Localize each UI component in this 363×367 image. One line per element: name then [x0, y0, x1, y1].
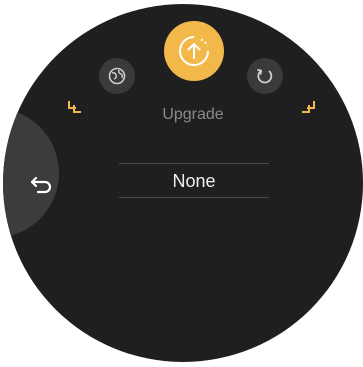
- corner-bracket-left-icon: [68, 101, 81, 113]
- picker-divider-bottom: [119, 197, 269, 198]
- upgrade-button[interactable]: [164, 21, 224, 81]
- globe-button[interactable]: [99, 58, 135, 94]
- refresh-icon: [257, 69, 273, 84]
- corner-bracket-right-icon: [302, 101, 315, 113]
- picker-value[interactable]: None: [119, 171, 269, 192]
- watch-face: Upgrade None: [3, 4, 363, 362]
- upgrade-icon: [179, 36, 209, 66]
- picker-divider-top: [119, 163, 269, 164]
- refresh-button[interactable]: [247, 58, 283, 94]
- mode-label: Upgrade: [162, 106, 224, 123]
- globe-icon: [108, 67, 126, 85]
- back-arrow-icon[interactable]: [28, 170, 54, 196]
